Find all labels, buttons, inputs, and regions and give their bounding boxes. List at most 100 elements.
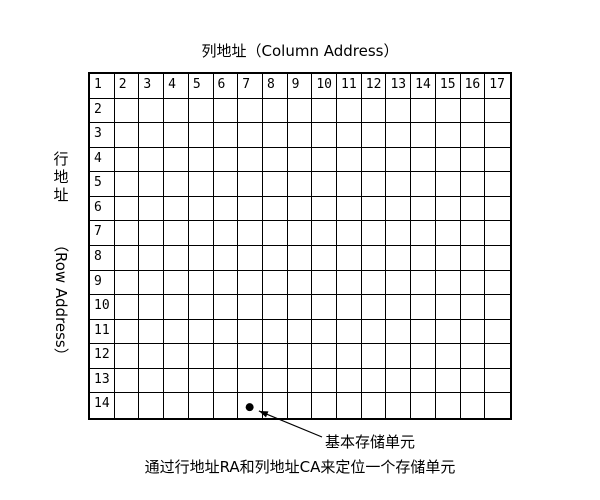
memory-cell (361, 245, 387, 271)
memory-cell (460, 270, 486, 296)
memory-cell (164, 295, 189, 320)
memory-cell (164, 344, 189, 369)
memory-cell (188, 147, 214, 173)
row-address-title-en: （Row Address） (52, 237, 70, 363)
memory-cell (361, 319, 387, 345)
memory-cell (485, 344, 510, 369)
memory-cell (361, 270, 387, 296)
memory-cell (312, 245, 338, 271)
memory-cell (262, 123, 288, 148)
memory-cell (460, 221, 486, 246)
memory-cell (460, 123, 486, 148)
memory-cell (139, 196, 165, 222)
memory-cell (188, 172, 214, 197)
memory-cell (287, 123, 313, 148)
memory-cell (461, 393, 486, 418)
memory-cell (386, 270, 412, 296)
memory-cell (213, 344, 239, 369)
column-number: 10 (312, 74, 338, 99)
memory-cell (485, 393, 510, 418)
row-number: 14 (90, 393, 115, 418)
memory-cell (312, 344, 338, 369)
column-number: 14 (411, 74, 436, 99)
memory-cell (262, 245, 288, 271)
memory-cell (337, 196, 362, 222)
memory-cell (114, 295, 140, 320)
memory-cell (337, 270, 362, 296)
memory-cell (337, 221, 362, 246)
memory-cell (435, 270, 461, 296)
memory-cell (213, 368, 239, 394)
memory-cell (213, 196, 239, 222)
memory-cell (288, 393, 313, 418)
memory-cell (262, 147, 288, 173)
memory-cell (411, 319, 436, 345)
memory-cell (164, 319, 189, 345)
memory-cell (139, 221, 165, 246)
memory-cell (164, 221, 189, 246)
memory-cell (337, 172, 362, 197)
memory-cell (460, 147, 486, 173)
row-number: 8 (90, 245, 115, 271)
memory-cell (139, 172, 165, 197)
memory-cell (337, 147, 362, 173)
memory-cell (139, 393, 165, 418)
memory-cell (411, 295, 436, 320)
memory-cell (114, 172, 140, 197)
column-number: 3 (139, 74, 165, 99)
memory-cell (411, 393, 436, 418)
row-number: 5 (90, 172, 115, 197)
memory-cell (238, 245, 263, 271)
memory-cell (386, 98, 412, 124)
memory-cell (312, 147, 338, 173)
memory-cell (435, 295, 461, 320)
memory-cell (188, 368, 214, 394)
row-number: 9 (90, 270, 115, 296)
memory-cell (262, 196, 288, 222)
memory-cell (435, 123, 461, 148)
memory-cell (361, 221, 387, 246)
memory-cell (386, 295, 412, 320)
column-address-title: 列地址（Column Address） (201, 42, 399, 60)
memory-cell (485, 246, 510, 271)
memory-cell (188, 344, 214, 369)
column-number: 2 (114, 74, 140, 99)
column-number: 16 (460, 74, 486, 99)
memory-cell-grid: 1 2 3 4 5 6 7 8 9 10 11 12 13 14 15 16 17 2 3 4 5 6 7 8 9 10 11 12 1… (88, 72, 512, 420)
memory-cell (386, 368, 412, 394)
memory-cell (188, 295, 214, 320)
memory-cell (164, 368, 189, 394)
memory-cell (139, 344, 165, 369)
memory-cell (189, 393, 214, 418)
column-number: 17 (485, 74, 510, 99)
memory-cell (164, 393, 189, 418)
memory-cell (386, 344, 412, 369)
memory-cell (213, 221, 239, 246)
row-number: 12 (90, 344, 115, 369)
memory-cell (287, 221, 313, 246)
memory-cell (263, 393, 288, 418)
row-number: 6 (90, 196, 115, 222)
memory-cell (337, 319, 362, 345)
memory-cell (337, 393, 362, 418)
column-number: 12 (361, 74, 387, 99)
memory-cell (312, 295, 338, 320)
memory-cell (361, 196, 387, 222)
memory-cell (436, 393, 461, 418)
memory-cell (287, 344, 313, 369)
memory-cell (435, 245, 461, 271)
column-number: 5 (188, 74, 214, 99)
memory-cell (213, 172, 239, 197)
memory-cell (460, 319, 486, 345)
memory-cell (164, 147, 189, 173)
memory-cell (164, 123, 189, 148)
memory-cell (188, 245, 214, 271)
memory-cell (238, 393, 263, 418)
memory-cell (460, 295, 486, 320)
memory-cell (287, 319, 313, 345)
figure-caption: 通过行地址RA和列地址CA来定位一个存储单元 (144, 458, 456, 476)
memory-cell (213, 98, 239, 124)
memory-cell (164, 172, 189, 197)
memory-cell (287, 245, 313, 271)
memory-cell (435, 221, 461, 246)
